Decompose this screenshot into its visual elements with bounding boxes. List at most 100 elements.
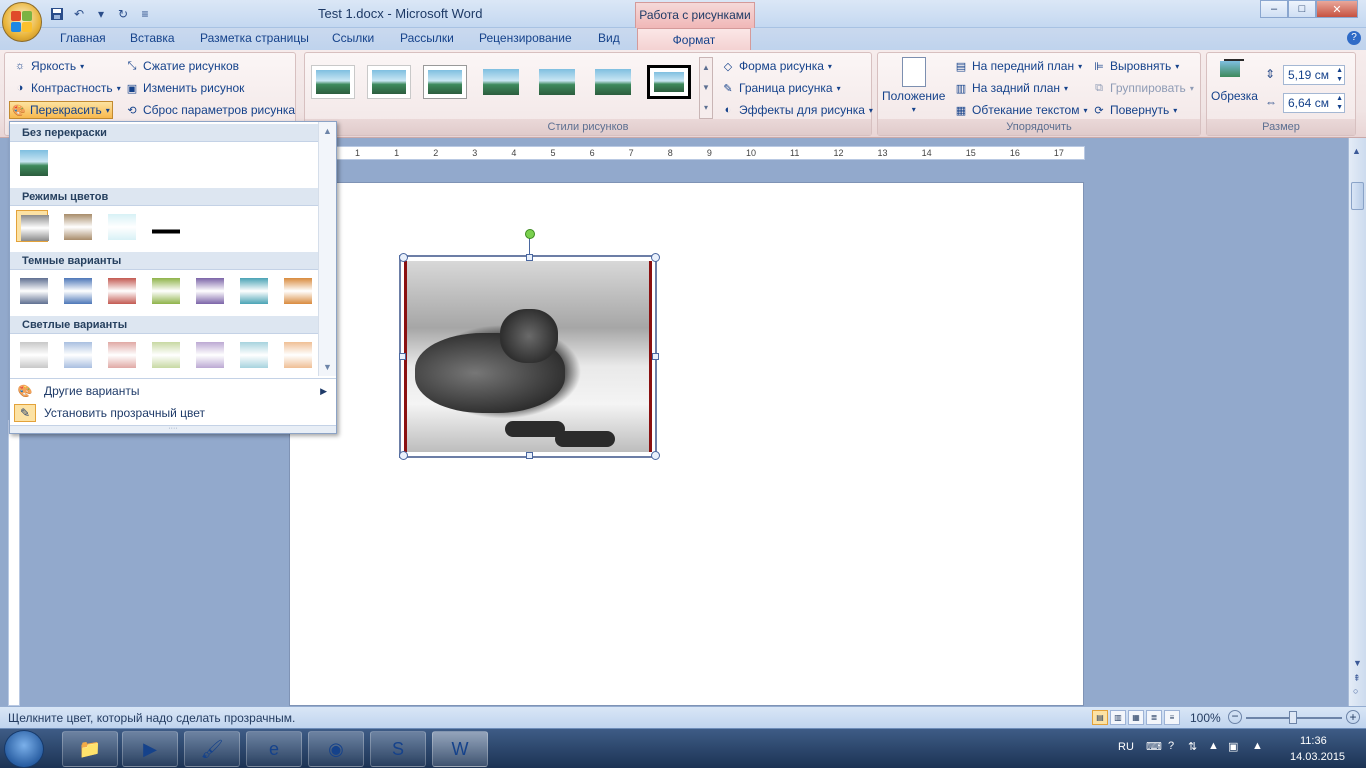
picture-border-button[interactable]: ✎ Граница рисунка ▾ [721, 81, 840, 95]
color-mode-swatch-3[interactable] [104, 210, 136, 242]
skype-icon[interactable]: S [370, 731, 426, 767]
height-input[interactable]: 5,19 см ▲ ▼ [1283, 65, 1345, 85]
minimize-button[interactable]: – [1260, 0, 1288, 18]
word-icon[interactable]: W [432, 731, 488, 767]
horizontal-ruler[interactable]: 1 1 2 3 4 5 6 7 8 9 10 11 12 13 14 15 16 17 [290, 146, 1085, 160]
dropdown-scroll-up-icon[interactable]: ▲ [323, 126, 332, 136]
picture-effects-button[interactable]: ◐ Эффекты для рисунка ▾ [721, 103, 873, 117]
swatch-no-recolor[interactable] [16, 146, 48, 178]
selected-picture[interactable] [399, 255, 657, 458]
picture-style-6[interactable] [591, 65, 635, 99]
tab-insert[interactable]: Вставка [130, 31, 175, 45]
vertical-ruler[interactable] [8, 420, 20, 706]
resize-handle-bl[interactable] [399, 451, 408, 460]
dark-variant-swatch-4[interactable] [148, 274, 180, 306]
picture-style-4[interactable] [479, 65, 523, 99]
explorer-icon[interactable]: 📁 [62, 731, 118, 767]
zoom-out-icon[interactable]: − [1228, 710, 1242, 724]
tab-format[interactable]: Формат [637, 28, 751, 51]
bring-front-button[interactable]: ▤ На передний план ▾ [954, 59, 1082, 73]
view-print-layout-button[interactable]: ▤ [1092, 710, 1108, 725]
brightness-button[interactable]: ☼ Яркость ▾ [13, 59, 84, 73]
customize-qat-icon[interactable]: ≡ [136, 5, 154, 23]
resize-handle-tl[interactable] [399, 253, 408, 262]
picture-style-2[interactable] [367, 65, 411, 99]
send-back-button[interactable]: ▥ На задний план ▾ [954, 81, 1068, 95]
color-mode-swatch-2[interactable] [60, 210, 92, 242]
prev-page-icon[interactable]: ⇞ [1353, 673, 1361, 684]
browse-object-icon[interactable]: ○ [1353, 686, 1358, 696]
light-variant-swatch-3[interactable] [104, 338, 136, 370]
keyboard-icon[interactable]: ⌨ [1146, 740, 1162, 753]
dropdown-resize-grip[interactable]: ···· [10, 425, 336, 433]
recolor-button[interactable]: 🎨 Перекрасить ▾ [9, 101, 113, 119]
tab-review[interactable]: Рецензирование [479, 31, 572, 45]
dark-variant-swatch-7[interactable] [280, 274, 312, 306]
clock-date[interactable]: 14.03.2015 [1290, 751, 1345, 763]
light-variant-swatch-6[interactable] [236, 338, 268, 370]
more-variants-item[interactable]: 🎨 Другие варианты ▶ [11, 380, 335, 402]
help-icon[interactable]: ? [1347, 31, 1361, 45]
close-button[interactable]: ✕ [1316, 0, 1358, 18]
contrast-button[interactable]: ◑ Контрастность ▾ [13, 81, 121, 95]
color-mode-swatch-1[interactable] [16, 210, 49, 242]
scroll-up-icon[interactable]: ▲ [1352, 146, 1361, 156]
redo-icon[interactable]: ↻ [114, 5, 132, 23]
help-tray-icon[interactable]: ? [1168, 740, 1174, 752]
tab-page-layout[interactable]: Разметка страницы [200, 31, 309, 45]
maximize-button[interactable]: □ [1288, 0, 1316, 18]
styles-gallery-scroll[interactable]: ▲ ▼ ▾ [699, 57, 713, 119]
zoom-in-icon[interactable]: + [1346, 710, 1360, 724]
reset-picture-button[interactable]: ⟲ Сброс параметров рисунка [125, 103, 295, 117]
picture-style-7[interactable] [647, 65, 691, 99]
view-draft-button[interactable]: ≡ [1164, 710, 1180, 725]
zoom-level[interactable]: 100% [1190, 711, 1221, 725]
view-web-button[interactable]: ▦ [1128, 710, 1144, 725]
office-button[interactable] [2, 2, 42, 42]
view-outline-button[interactable]: ≣ [1146, 710, 1162, 725]
resize-handle-r[interactable] [652, 353, 659, 360]
app-tray-icon[interactable]: ▣ [1228, 740, 1238, 753]
undo-icon[interactable]: ↶ [70, 5, 88, 23]
drive-icon[interactable]: ▲ [1252, 740, 1263, 752]
dark-variant-swatch-2[interactable] [60, 274, 92, 306]
picture-style-5[interactable] [535, 65, 579, 99]
position-button[interactable]: Положение ▾ [882, 57, 945, 114]
resize-handle-br[interactable] [651, 451, 660, 460]
dark-variant-swatch-6[interactable] [236, 274, 268, 306]
dark-variant-swatch-1[interactable] [16, 274, 48, 306]
picture-style-3[interactable] [423, 65, 467, 99]
vertical-scrollbar[interactable]: ▲ ▼ ⇞ ○ [1348, 138, 1366, 706]
rotation-handle[interactable] [525, 229, 535, 239]
resize-handle-l[interactable] [399, 353, 406, 360]
text-wrap-button[interactable]: ▦ Обтекание текстом ▾ [954, 103, 1088, 117]
dropdown-scroll-down-icon[interactable]: ▼ [323, 362, 332, 372]
set-transparent-item[interactable]: ✎ Установить прозрачный цвет [11, 402, 335, 424]
align-button[interactable]: ⊫ Выровнять ▾ [1092, 59, 1179, 73]
tab-view[interactable]: Вид [598, 31, 620, 45]
color-mode-swatch-4[interactable] [148, 210, 180, 242]
picture-style-1[interactable] [311, 65, 355, 99]
rotate-button[interactable]: ⟳ Повернуть ▾ [1092, 103, 1177, 117]
clock-time[interactable]: 11:36 [1300, 735, 1327, 747]
language-indicator[interactable]: RU [1118, 741, 1134, 753]
chrome-icon[interactable]: ◉ [308, 731, 364, 767]
resize-handle-t[interactable] [526, 254, 533, 261]
group-button[interactable]: ⧉ Группировать ▾ [1092, 81, 1194, 95]
tab-home[interactable]: Главная [60, 31, 106, 45]
resize-handle-tr[interactable] [651, 253, 660, 262]
save-icon[interactable] [48, 5, 66, 23]
scrollbar-thumb[interactable] [1351, 182, 1364, 210]
resize-handle-b[interactable] [526, 452, 533, 459]
crop-button[interactable]: Обрезка [1211, 57, 1258, 103]
view-reading-button[interactable]: ▥ [1110, 710, 1126, 725]
compress-button[interactable]: ⤡ Сжатие рисунков [125, 59, 239, 73]
scroll-down-icon[interactable]: ▼ [1353, 658, 1362, 668]
tab-references[interactable]: Ссылки [332, 31, 374, 45]
dark-variant-swatch-5[interactable] [192, 274, 224, 306]
light-variant-swatch-2[interactable] [60, 338, 92, 370]
light-variant-swatch-1[interactable] [16, 338, 48, 370]
qat-more-arrow[interactable]: ▾ [92, 5, 110, 23]
media-player-icon[interactable]: ▶ [122, 731, 178, 767]
internet-explorer-icon[interactable]: e [246, 731, 302, 767]
